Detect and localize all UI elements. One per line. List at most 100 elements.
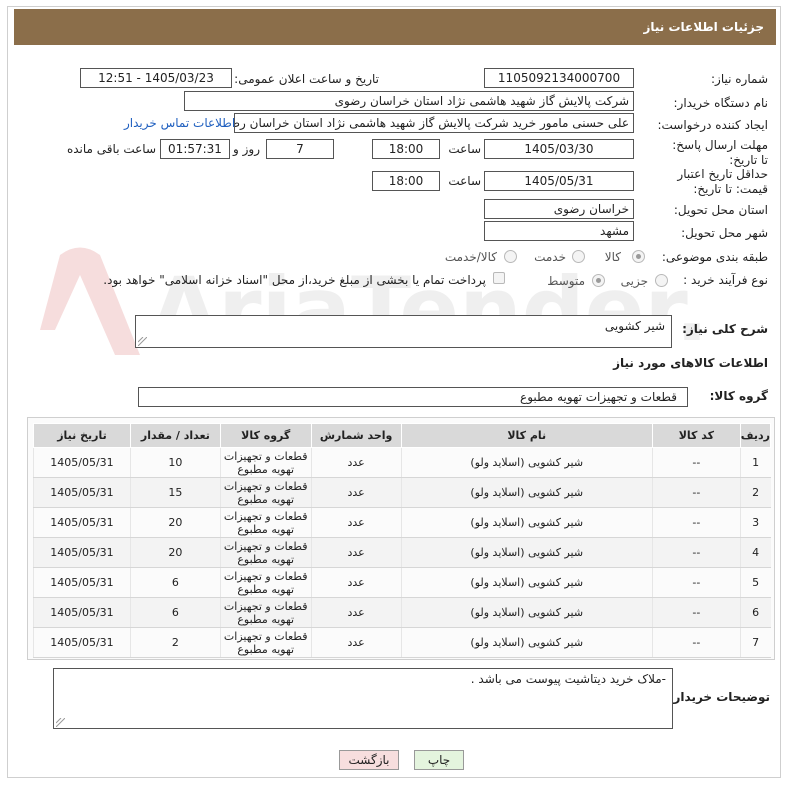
time-remaining-label: ساعت باقی مانده: [66, 142, 156, 156]
treasury-payment-checkbox[interactable]: [493, 272, 505, 284]
buyer-notes-textarea: -ملاک خرید دیتاشیت پیوست می باشد .: [53, 668, 673, 729]
reply-time-label: ساعت: [448, 142, 481, 156]
cell-quantity: 20: [129, 537, 221, 568]
col-header-group: گروه کالا: [219, 423, 312, 448]
cell-group: قطعات و تجهیزات تهویه مطبوع: [219, 567, 312, 598]
table-row: 2 -- شیر کشویی (اسلاید ولو) عدد قطعات و …: [33, 477, 771, 508]
cell-quantity: 6: [129, 597, 221, 628]
cell-group: قطعات و تجهیزات تهویه مطبوع: [219, 627, 312, 658]
buyer-notes-text: -ملاک خرید دیتاشیت پیوست می باشد .: [470, 672, 666, 686]
time-remaining-field: 01:57:31: [160, 139, 230, 159]
resize-grip-icon[interactable]: [138, 337, 147, 346]
table-row: 3 -- شیر کشویی (اسلاید ولو) عدد قطعات و …: [33, 507, 771, 538]
cell-need-date: 1405/05/31: [33, 597, 131, 628]
cell-code: --: [651, 537, 741, 568]
cell-code: --: [651, 597, 741, 628]
cell-unit: عدد: [310, 597, 402, 628]
contact-info-link[interactable]: اطلاعات تماس خریدار: [124, 116, 235, 130]
cell-need-date: 1405/05/31: [33, 447, 131, 478]
category-option-goods-service: کالا/خدمت: [444, 250, 497, 264]
reply-deadline-label: مهلت ارسال پاسخ: تا تاریخ:: [672, 138, 768, 167]
reply-time-field: 18:00: [372, 139, 440, 159]
requester-field: علی حسنی مامور خرید شرکت پالایش گاز شهید…: [234, 113, 634, 133]
category-label: طبقه بندی موضوعی:: [661, 250, 768, 264]
cell-name: شیر کشویی (اسلاید ولو): [400, 537, 653, 568]
cell-group: قطعات و تجهیزات تهویه مطبوع: [219, 537, 312, 568]
buyer-org-label: نام دستگاه خریدار:: [673, 96, 769, 110]
category-radio-goods[interactable]: [632, 250, 645, 263]
category-option-goods: کالا: [604, 250, 621, 264]
cell-name: شیر کشویی (اسلاید ولو): [400, 507, 653, 538]
cell-name: شیر کشویی (اسلاید ولو): [400, 447, 653, 478]
cell-need-date: 1405/05/31: [33, 507, 131, 538]
cell-code: --: [651, 447, 741, 478]
col-header-quantity: تعداد / مقدار: [129, 423, 221, 448]
cell-group: قطعات و تجهیزات تهویه مطبوع: [219, 507, 312, 538]
cell-name: شیر کشویی (اسلاید ولو): [400, 597, 653, 628]
days-remaining-field: 7: [266, 139, 334, 159]
col-header-name: نام کالا: [400, 423, 653, 448]
back-button[interactable]: بازگشت: [339, 750, 399, 770]
process-radio-medium[interactable]: [592, 274, 605, 287]
process-option-minor: جزیی: [620, 274, 648, 288]
cell-quantity: 10: [129, 447, 221, 478]
cell-group: قطعات و تجهیزات تهویه مطبوع: [219, 597, 312, 628]
cell-group: قطعات و تجهیزات تهویه مطبوع: [219, 447, 312, 478]
cell-code: --: [651, 567, 741, 598]
requester-label: ایجاد کننده درخواست:: [657, 118, 768, 132]
cell-group: قطعات و تجهیزات تهویه مطبوع: [219, 477, 312, 508]
summary-label: شرح کلی نیاز:: [682, 322, 768, 336]
cell-name: شیر کشویی (اسلاید ولو): [400, 477, 653, 508]
summary-text: شیر کشویی: [604, 319, 665, 333]
cell-row-number: 4: [739, 537, 771, 568]
cell-row-number: 1: [739, 447, 771, 478]
delivery-city-field: مشهد: [484, 221, 634, 241]
price-time-field: 18:00: [372, 171, 440, 191]
category-radio-service[interactable]: [572, 250, 585, 263]
cell-quantity: 15: [129, 477, 221, 508]
items-table: ردیف کد کالا نام کالا واحد شمارش گروه کا…: [33, 423, 772, 658]
announce-datetime-label: تاریخ و ساعت اعلان عمومی:: [234, 72, 379, 86]
delivery-city-label: شهر محل تحویل:: [681, 226, 768, 240]
goods-section-title: اطلاعات کالاهای مورد نیاز: [613, 356, 768, 370]
table-row: 7 -- شیر کشویی (اسلاید ولو) عدد قطعات و …: [33, 627, 771, 658]
col-header-unit: واحد شمارش: [310, 423, 402, 448]
col-header-row-number: ردیف: [739, 423, 772, 448]
price-time-label: ساعت: [448, 174, 481, 188]
table-header-row: ردیف کد کالا نام کالا واحد شمارش گروه کا…: [33, 423, 772, 448]
need-number-label: شماره نیاز:: [711, 72, 768, 86]
cell-unit: عدد: [310, 537, 402, 568]
category-option-service: خدمت: [534, 250, 566, 264]
cell-need-date: 1405/05/31: [33, 567, 131, 598]
resize-grip-icon[interactable]: [56, 718, 65, 727]
price-deadline-label: حداقل تاریخ اعتبار قیمت: تا تاریخ:: [677, 167, 768, 196]
cell-name: شیر کشویی (اسلاید ولو): [400, 627, 653, 658]
cell-quantity: 2: [129, 627, 221, 658]
summary-textarea: شیر کشویی: [135, 315, 672, 348]
cell-unit: عدد: [310, 627, 402, 658]
cell-unit: عدد: [310, 507, 402, 538]
col-header-need-date: تاریخ نیاز: [33, 423, 131, 448]
days-label: روز و: [233, 142, 260, 156]
goods-group-label: گروه کالا:: [709, 389, 768, 403]
print-button[interactable]: چاپ: [414, 750, 464, 770]
cell-need-date: 1405/05/31: [33, 537, 131, 568]
cell-quantity: 6: [129, 567, 221, 598]
goods-group-field: قطعات و تجهیزات تهویه مطبوع: [138, 387, 688, 407]
cell-name: شیر کشویی (اسلاید ولو): [400, 567, 653, 598]
price-date-field: 1405/05/31: [484, 171, 634, 191]
cell-need-date: 1405/05/31: [33, 477, 131, 508]
delivery-province-label: استان محل تحویل:: [673, 203, 768, 217]
process-radio-minor[interactable]: [655, 274, 668, 287]
cell-row-number: 7: [739, 627, 771, 658]
cell-unit: عدد: [310, 447, 402, 478]
cell-row-number: 2: [739, 477, 771, 508]
process-option-medium: متوسط: [547, 274, 585, 288]
table-row: 1 -- شیر کشویی (اسلاید ولو) عدد قطعات و …: [33, 447, 771, 478]
cell-code: --: [651, 477, 741, 508]
cell-unit: عدد: [310, 567, 402, 598]
cell-row-number: 5: [739, 567, 771, 598]
cell-quantity: 20: [129, 507, 221, 538]
cell-code: --: [651, 627, 741, 658]
category-radio-goods-service[interactable]: [504, 250, 517, 263]
